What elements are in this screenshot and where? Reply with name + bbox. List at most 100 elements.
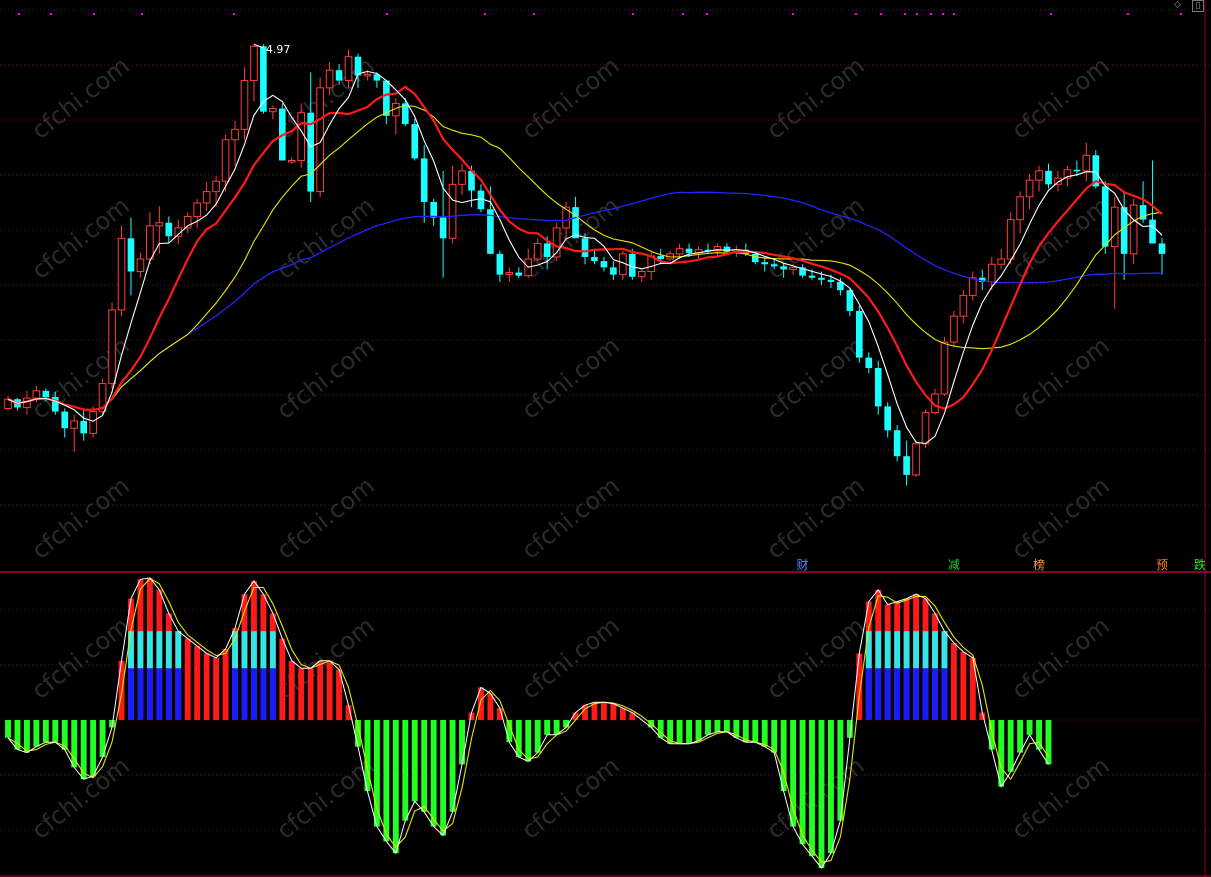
candle-body <box>344 56 353 82</box>
watermark-text: cfchi.com <box>761 191 869 284</box>
osc-bar <box>828 720 834 854</box>
event-dot <box>942 13 944 15</box>
candle-body <box>496 253 504 275</box>
watermark-text: cfchi.com <box>516 471 624 564</box>
candle-body <box>448 183 457 239</box>
event-dot <box>1180 13 1182 15</box>
candle-body <box>1101 186 1109 247</box>
watermark-text: cfchi.com <box>1006 331 1114 424</box>
candle-body <box>770 264 778 267</box>
watermark-text: cfchi.com <box>516 331 624 424</box>
osc-bar <box>392 720 399 854</box>
candle-body <box>581 238 589 257</box>
osc-bar-band <box>128 631 134 669</box>
candle-body <box>202 191 211 204</box>
peak-label: 4.97 <box>266 43 291 56</box>
candle-body <box>600 261 608 268</box>
osc-bar <box>809 720 815 857</box>
watermark-text: cfchi.com <box>271 331 379 424</box>
event-dot <box>930 13 932 15</box>
watermark-text: cfchi.com <box>516 751 624 844</box>
candle <box>202 182 211 212</box>
candle-body <box>1006 219 1015 260</box>
osc-bar <box>449 720 456 812</box>
candle <box>884 402 891 438</box>
candle-body <box>250 45 258 82</box>
candle <box>108 302 116 389</box>
candle <box>231 121 239 166</box>
candle-body <box>231 128 239 141</box>
candle <box>600 256 608 272</box>
osc-bar <box>761 720 768 747</box>
candle-body <box>637 271 646 278</box>
event-annotations: 财减榜预跌涨 <box>797 557 1206 572</box>
candle-body <box>893 430 901 457</box>
candle-body <box>335 70 343 81</box>
annotation-label: 跌 <box>1194 557 1206 572</box>
osc-bar-band <box>260 631 267 669</box>
event-dot <box>533 13 535 15</box>
candle <box>1025 173 1034 210</box>
watermark-text: cfchi.com <box>761 611 869 704</box>
candle-body <box>515 272 523 276</box>
candle-body <box>685 248 693 253</box>
osc-bar <box>771 720 778 753</box>
candle <box>80 409 87 441</box>
diamond-icon[interactable]: ◇ <box>1174 0 1181 10</box>
candle-body <box>70 420 79 429</box>
candle <box>1016 191 1024 234</box>
watermark-text: cfchi.com <box>516 191 624 284</box>
osc-bar <box>288 660 295 720</box>
osc-bar-band <box>165 668 172 720</box>
osc-bar-band <box>251 631 257 669</box>
osc-bar-band <box>156 668 163 720</box>
candle-body <box>505 272 514 276</box>
candle-body <box>165 222 173 237</box>
annotation-label: 减 <box>948 558 960 572</box>
candle <box>70 414 79 453</box>
osc-bar-band <box>865 631 872 669</box>
osc-bar <box>960 651 967 720</box>
candle <box>1045 163 1052 189</box>
candle-body <box>912 443 920 476</box>
osc-bar <box>1007 720 1014 772</box>
watermark-text: cfchi.com <box>761 51 869 144</box>
watermark-text: cfchi.com <box>271 611 379 704</box>
osc-bar-band <box>165 631 172 669</box>
osc-bar-band <box>251 668 257 720</box>
watermark-text: cfchi.com <box>761 471 869 564</box>
candle <box>1035 165 1043 192</box>
candle-body <box>269 108 277 113</box>
osc-bar-band <box>875 668 882 720</box>
candle <box>940 336 949 397</box>
osc-bar-band <box>903 631 910 669</box>
candle <box>392 98 400 135</box>
event-dots <box>18 13 1182 15</box>
event-dot <box>880 13 882 15</box>
candle <box>950 310 958 348</box>
osc-bar-band <box>175 631 182 669</box>
osc-bar-band <box>146 668 153 720</box>
osc-bar <box>5 720 11 738</box>
osc-bar-band <box>932 668 938 720</box>
candle <box>704 243 712 254</box>
event-dot <box>484 13 486 15</box>
osc-bar-band <box>137 631 144 669</box>
candle-body <box>439 217 447 239</box>
event-dot <box>682 13 684 15</box>
watermark-text: cfchi.com <box>761 331 869 424</box>
osc-bar <box>421 720 428 812</box>
candle-body <box>383 80 390 116</box>
candle-body <box>80 420 87 434</box>
candle-body <box>108 309 116 385</box>
osc-bar <box>23 720 30 753</box>
osc-bar <box>1045 720 1052 765</box>
panel-toggle-icon[interactable]: ▯ <box>1192 0 1204 12</box>
candle <box>117 225 126 317</box>
osc-bar-band <box>922 668 929 720</box>
osc-bar <box>411 720 418 802</box>
candle-body <box>32 390 41 399</box>
candle-body <box>1035 170 1043 181</box>
osc-bar-band <box>894 668 901 720</box>
osc-bar <box>402 720 409 821</box>
